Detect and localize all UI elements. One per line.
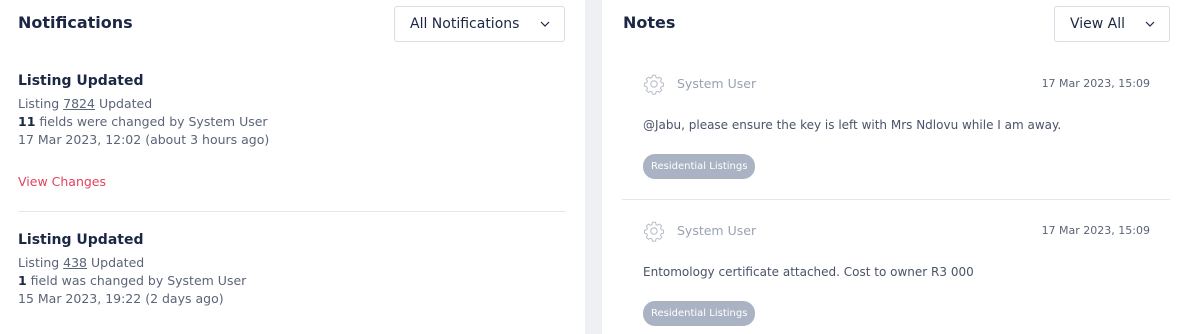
listing-prefix: Listing: [18, 96, 64, 111]
listing-link[interactable]: 438: [63, 255, 87, 270]
notification-title: Listing Updated: [18, 232, 144, 248]
note-item: System User 17 Mar 2023, 15:09 Entomolog…: [622, 219, 1170, 329]
field-count: 1: [18, 273, 27, 288]
notification-fields-line: 11 fields were changed by System User: [18, 113, 566, 131]
note-text: Entomology certificate attached. Cost to…: [643, 265, 974, 279]
notification-item: Listing Updated Listing 7824 Updated 11 …: [18, 73, 566, 149]
notifications-filter-dropdown[interactable]: All Notifications: [394, 6, 565, 42]
notification-listing-line: Listing 7824 Updated: [18, 95, 566, 113]
panel-gutter: [585, 0, 602, 334]
notifications-filter-label: All Notifications: [410, 16, 520, 32]
gear-icon: [644, 221, 664, 242]
note-date: 17 Mar 2023, 15:09: [1041, 77, 1150, 90]
note-author: System User: [677, 76, 757, 91]
note-item: System User 17 Mar 2023, 15:09 @Jabu, pl…: [622, 72, 1170, 182]
listing-suffix: Updated: [94, 96, 153, 111]
field-count: 11: [18, 114, 36, 129]
notification-timestamp: 15 Mar 2023, 19:22 (2 days ago): [18, 291, 224, 306]
chevron-down-icon: [1145, 21, 1155, 27]
field-text: field was changed by System User: [26, 273, 247, 288]
note-tag[interactable]: Residential Listings: [643, 154, 756, 179]
listing-link[interactable]: 7824: [63, 96, 95, 111]
notification-listing-line: Listing 438 Updated: [18, 254, 566, 272]
field-text: fields were changed by System User: [35, 114, 268, 129]
note-text: @Jabu, please ensure the key is left wit…: [643, 118, 1062, 132]
notification-title: Listing Updated: [18, 73, 144, 89]
notes-title: Notes: [623, 13, 676, 32]
divider: [18, 211, 566, 212]
notifications-title: Notifications: [18, 13, 133, 32]
divider: [622, 199, 1170, 200]
notification-fields-line: 1 field was changed by System User: [18, 272, 566, 290]
note-date: 17 Mar 2023, 15:09: [1041, 224, 1150, 237]
gear-icon: [644, 74, 664, 95]
notifications-panel: Notifications All Notifications Listing …: [0, 0, 585, 334]
listing-prefix: Listing: [18, 255, 64, 270]
notification-timestamp: 17 Mar 2023, 12:02 (about 3 hours ago): [18, 132, 270, 147]
listing-suffix: Updated: [87, 255, 145, 270]
view-changes-link[interactable]: View Changes: [18, 174, 106, 189]
notes-filter-dropdown[interactable]: View All: [1054, 6, 1170, 42]
note-tag[interactable]: Residential Listings: [643, 301, 756, 326]
chevron-down-icon: [540, 21, 550, 27]
notification-item: Listing Updated Listing 438 Updated 1 fi…: [18, 232, 566, 308]
notes-filter-label: View All: [1070, 16, 1126, 32]
note-author: System User: [677, 223, 757, 238]
